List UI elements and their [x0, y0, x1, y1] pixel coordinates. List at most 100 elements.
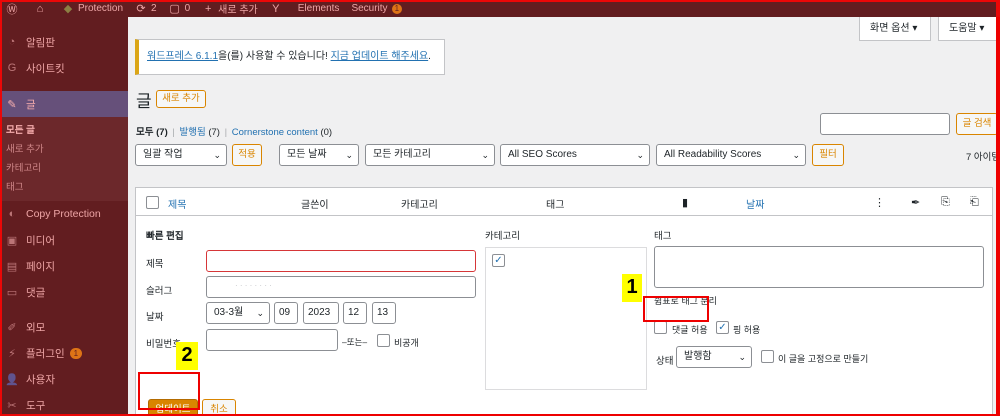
minute-input[interactable]: 13: [372, 302, 396, 324]
title-input[interactable]: [206, 250, 476, 272]
posts-submenu: 모든 글 새로 추가 카테고리 태그: [0, 117, 128, 201]
google-icon: G: [7, 62, 17, 74]
submenu-tags[interactable]: 태그: [0, 178, 128, 197]
diamond-icon: ◆: [63, 3, 73, 15]
seo-traffic-light-icon: ⋮: [874, 197, 885, 209]
tags-textarea[interactable]: [654, 246, 984, 288]
chevron-down-icon: ⌄: [481, 150, 489, 160]
view-all[interactable]: 모두 (7): [136, 127, 168, 138]
seo-score-select[interactable]: All SEO Scores ⌄: [500, 144, 650, 166]
slug-input[interactable]: · · · · · · · ·: [206, 276, 476, 298]
help-button[interactable]: 도움말 ▾: [938, 17, 1000, 41]
submenu-categories[interactable]: 카테고리: [0, 159, 128, 178]
category-filter-select[interactable]: 모든 카테고리 ⌄: [365, 144, 495, 166]
updates-link[interactable]: ⟳ 2: [135, 2, 156, 15]
allow-pings-checkbox[interactable]: ✓: [716, 321, 729, 334]
sidebar-item-plugins[interactable]: ⚡ 플러그인 1: [0, 340, 128, 366]
incoming-links-icon: ⎗: [970, 196, 979, 208]
category-checkbox[interactable]: ✓: [492, 254, 505, 267]
page-title: 글: [136, 92, 152, 111]
category-checklist: ✓: [485, 247, 647, 390]
sidebar-item-sitekit[interactable]: G 사이트킷: [0, 55, 128, 81]
category-section-label: 카테고리: [485, 231, 520, 242]
sidebar-item-media[interactable]: ▣ 미디어: [0, 227, 128, 253]
comment-bubble-icon: ▮: [682, 197, 689, 209]
comments-link[interactable]: ▢ 0: [169, 2, 190, 15]
submenu-all-posts[interactable]: 모든 글: [0, 121, 128, 140]
column-tags: 태그: [546, 200, 565, 211]
sticky-checkbox[interactable]: [761, 350, 774, 363]
brush-icon: ✐: [7, 321, 17, 334]
year-input[interactable]: 2023: [303, 302, 339, 324]
table-header: 제목 글쓴이 카테고리 태그 ▮ 날짜 ⋮ ✒ ⎘ ⎗: [136, 188, 992, 216]
step2-highlight-box: [138, 372, 200, 410]
wordpress-logo-icon[interactable]: Ⓦ: [6, 1, 22, 17]
sidebar-item-tools[interactable]: ✂ 도구: [0, 392, 128, 416]
security-link[interactable]: Security 1: [351, 3, 403, 14]
column-author: 글쓴이: [301, 200, 329, 211]
media-icon: ▣: [6, 234, 18, 247]
items-count: 7 아이템: [966, 152, 1000, 163]
site-name-link[interactable]: ◆ Protection: [62, 2, 123, 15]
dashboard-icon: ◔: [8, 36, 16, 48]
plugin-icon: ⚡: [8, 347, 16, 360]
user-icon: 👤: [5, 373, 19, 386]
apply-button[interactable]: 적용: [232, 144, 262, 166]
private-checkbox[interactable]: [377, 334, 390, 347]
column-date[interactable]: 날짜: [746, 196, 764, 211]
column-title[interactable]: 제목: [168, 196, 186, 211]
screen-options-button[interactable]: 화면 옵션 ▾: [859, 17, 931, 41]
sidebar-item-appearance[interactable]: ✐ 외모: [0, 314, 128, 340]
bulk-action-select[interactable]: 일괄 작업 ⌄: [135, 144, 227, 166]
elements-link[interactable]: Elements: [298, 3, 340, 14]
post-status-views: 모두 (7) | 발행됨 (7) | Cornerstone content (…: [136, 127, 333, 138]
chevron-down-icon: ⌄: [738, 352, 746, 362]
search-posts-button[interactable]: 글 검색: [956, 113, 998, 135]
sidebar-item-comments[interactable]: ▭ 댓글: [0, 279, 128, 305]
month-select[interactable]: 03-3월 ⌄: [206, 302, 270, 324]
post-search-input[interactable]: [820, 113, 950, 135]
allow-comments-checkbox[interactable]: [654, 321, 667, 334]
view-published[interactable]: 발행됨: [179, 127, 205, 138]
select-all-checkbox[interactable]: [146, 196, 159, 209]
cancel-button[interactable]: 취소: [202, 399, 236, 416]
sidebar-item-dashboard[interactable]: ◔ 알림판: [0, 29, 128, 55]
sidebar-item-pages[interactable]: ▤ 페이지: [0, 253, 128, 279]
readability-score-select[interactable]: All Readability Scores ⌄: [656, 144, 806, 166]
comment-icon: ▢: [169, 3, 180, 15]
add-new-post-button[interactable]: 새로 추가: [156, 90, 206, 108]
yoast-icon[interactable]: Y: [270, 3, 286, 15]
outgoing-links-icon: ⎘: [941, 196, 950, 208]
tags-section-label: 태그: [654, 231, 672, 242]
wordpress-version-link[interactable]: 워드프레스 6.1.1: [147, 51, 218, 62]
status-select[interactable]: 발행함 ⌄: [676, 346, 752, 368]
step1-highlight-box: [643, 296, 709, 322]
posts-table: 제목 글쓴이 카테고리 태그 ▮ 날짜 ⋮ ✒ ⎘ ⎗ 빠른 편집 제목 슬러그…: [135, 187, 993, 416]
chevron-down-icon: ⌄: [345, 150, 353, 160]
sticky-label: 이 글을 고정으로 만들기: [778, 354, 869, 364]
step1-marker: 1: [622, 274, 642, 302]
allow-comments-label: 댓글 허용: [672, 325, 708, 335]
view-cornerstone[interactable]: Cornerstone content: [232, 127, 318, 138]
readability-feather-icon: ✒: [911, 197, 921, 209]
update-now-link[interactable]: 지금 업데이트 해주세요: [331, 51, 429, 62]
submenu-add-new[interactable]: 새로 추가: [0, 140, 128, 159]
day-input[interactable]: 09: [274, 302, 298, 324]
sidebar-item-posts[interactable]: ✎ 글: [0, 91, 128, 117]
chevron-down-icon: ⌄: [256, 308, 264, 318]
copy-protection-icon: ◐: [8, 208, 16, 220]
slug-label: 슬러그: [146, 286, 173, 297]
password-input[interactable]: [206, 329, 338, 351]
sidebar-item-copy-protection[interactable]: ◐ Copy Protection: [0, 201, 128, 227]
or-label: –또는–: [342, 337, 368, 347]
filter-button[interactable]: 필터: [812, 144, 844, 166]
home-icon[interactable]: ⌂: [34, 3, 50, 15]
sidebar-item-users[interactable]: 👤 사용자: [0, 366, 128, 392]
column-categories: 카테고리: [401, 200, 438, 211]
hour-input[interactable]: 12: [343, 302, 367, 324]
date-filter-select[interactable]: 모든 날짜 ⌄: [279, 144, 359, 166]
pin-icon: ✎: [7, 98, 17, 111]
wrench-icon: ✂: [7, 399, 17, 412]
wp-admin-screen: Ⓦ ⌂ ◆ Protection ⟳ 2 ▢ 0 + 새로 추가 Y Elements …: [0, 0, 1000, 416]
new-content-link[interactable]: + 새로 추가: [202, 1, 258, 17]
